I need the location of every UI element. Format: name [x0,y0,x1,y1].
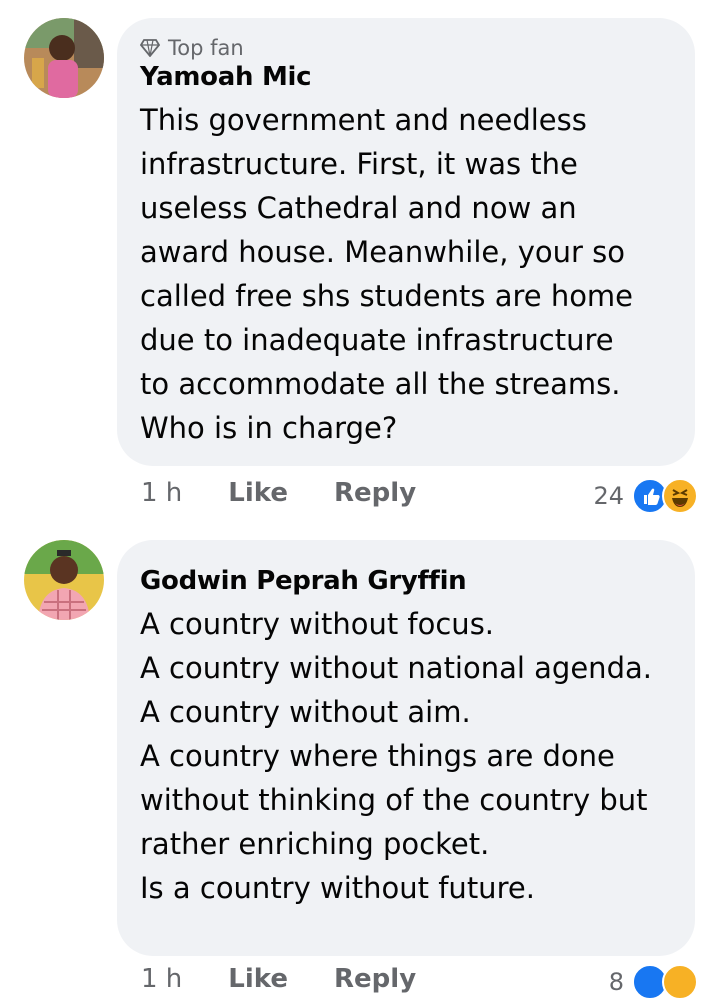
comment-time[interactable]: 1 h [141,478,182,508]
comment-line: A country without national agenda. [140,651,652,685]
reply-button[interactable]: Reply [334,478,416,508]
haha-icon [662,964,698,1000]
badge-label: Top fan [168,36,244,60]
comment-actions: 1 h Like Reply [141,964,462,994]
comment-line: to accommodate all the streams. [140,367,621,401]
comment-line: infrastructure. First, it was the [140,147,578,181]
reaction-count: 8 [608,968,624,996]
comment-text: A country without focus. A country witho… [140,602,675,910]
comment-line: called free shs students are home [140,279,634,313]
comment-line: A country without aim. [140,695,471,729]
comment-bubble: Top fan Yamoah Mic This government and n… [117,18,695,466]
avatar[interactable] [24,18,104,98]
profile-photo-icon [24,540,104,620]
reaction-count: 24 [593,482,624,510]
child-photo-icon [24,18,104,98]
comment-line: Who is in charge? [140,411,398,445]
comment-line: due to inadequate infrastructure [140,323,614,357]
comment-line: without thinking of the country but [140,783,648,817]
like-button[interactable]: Like [228,964,288,994]
haha-icon [662,478,698,514]
like-button[interactable]: Like [228,478,288,508]
avatar[interactable] [24,540,104,620]
comment-line: Is a country without future. [140,871,535,905]
comment-text: This government and needless infrastruct… [140,98,675,450]
comment-line: award house. Meanwhile, your so [140,235,625,269]
comment-bubble: Godwin Peprah Gryffin A country without … [117,540,695,956]
comment-line: A country where things are done [140,739,615,773]
comment-line: useless Cathedral and now an [140,191,577,225]
comment-author[interactable]: Godwin Peprah Gryffin [140,566,675,596]
comment-author[interactable]: Yamoah Mic [140,62,675,92]
comment-line: rather enriching pocket. [140,827,490,861]
top-fan-badge: Top fan [140,36,675,60]
reaction-summary[interactable]: 8 [609,964,698,1000]
comment-time[interactable]: 1 h [141,964,182,994]
reaction-summary[interactable]: 24 [593,478,698,514]
comment-actions: 1 h Like Reply [141,478,462,508]
diamond-icon [140,39,160,57]
comment-line: A country without focus. [140,607,495,641]
reply-button[interactable]: Reply [334,964,416,994]
comment-line: This government and needless [140,103,587,137]
